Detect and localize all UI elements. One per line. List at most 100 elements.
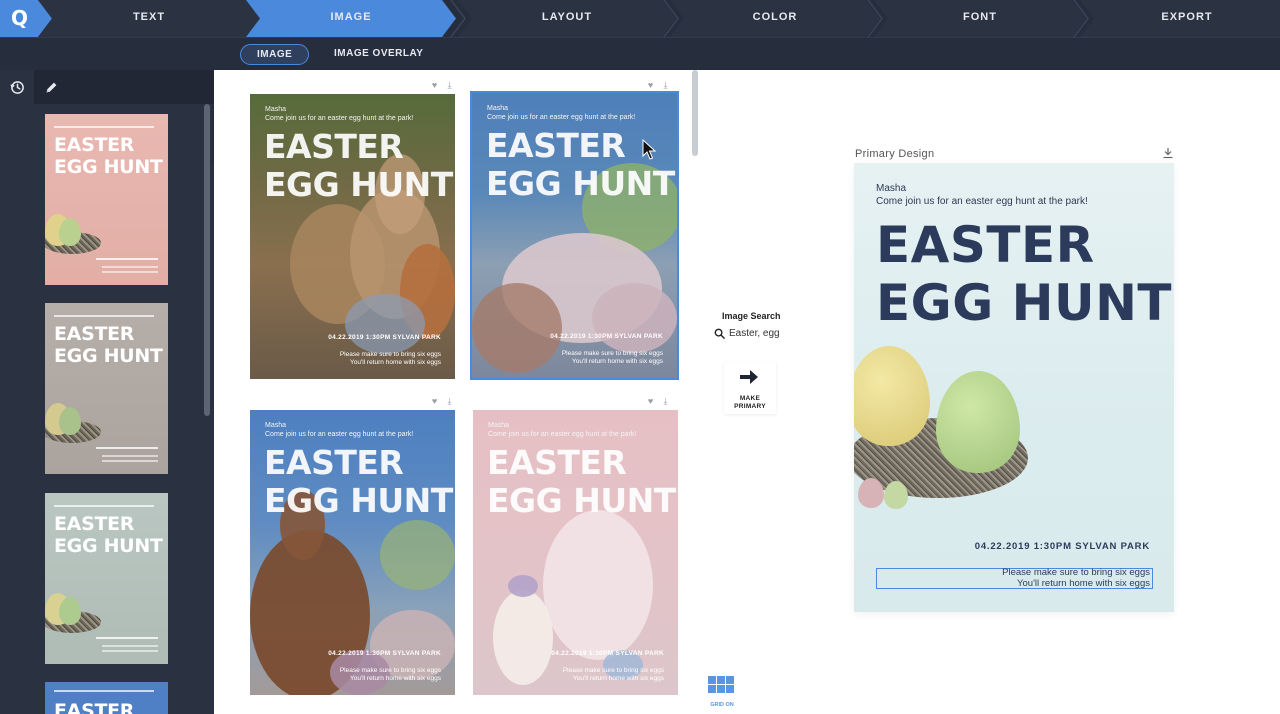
step-layout[interactable]: LAYOUT (458, 0, 676, 37)
thumb-subtitle-line (54, 690, 154, 692)
thumb-note-line (102, 650, 158, 652)
design-card[interactable]: Masha Come join us for an easter egg hun… (250, 410, 455, 695)
grid-toggle-button[interactable]: GRID ON (706, 674, 738, 710)
heart-icon[interactable]: ♥ (430, 81, 439, 90)
nest-image (45, 593, 101, 633)
history-thumbnail[interactable]: EASTER EGG HUNT (45, 493, 168, 664)
card-title-line: EGG HUNT (486, 164, 675, 203)
primary-notes-textbox[interactable]: Please make sure to bring six eggs You'l… (876, 567, 1153, 589)
card-title-line: EASTER (264, 127, 404, 166)
arrow-right-icon (740, 370, 758, 384)
card-note: You'll return home with six eggs (572, 358, 663, 365)
card-name: Masha (265, 422, 287, 429)
history-thumbnail[interactable]: EASTER EGG HUNT (45, 303, 168, 474)
thumb-title-line: EGG HUNT (54, 156, 163, 178)
heart-icon[interactable]: ♥ (430, 397, 439, 406)
history-thumbnail[interactable]: EASTER EGG HUNT (45, 114, 168, 285)
image-search-input[interactable] (729, 328, 789, 339)
primary-subtitle: Come join us for an easter egg hunt at t… (876, 196, 1088, 207)
card-date: 04.22.2019 1:30PM SYLVAN PARK (328, 650, 441, 657)
heart-icon[interactable]: ♥ (646, 397, 655, 406)
primary-title-line: EASTER (876, 216, 1095, 274)
card-title: EASTER EGG HUNT (264, 444, 453, 520)
nest-with-eggs-image (854, 343, 1038, 523)
tab-image-overlay[interactable]: IMAGE OVERLAY (318, 44, 439, 65)
edit-button[interactable] (34, 70, 68, 104)
card-note: Please make sure to bring six eggs (562, 667, 664, 674)
thumb-note-line (102, 460, 158, 462)
grid-scrollbar[interactable] (692, 70, 698, 156)
history-thumbnail[interactable]: EASTER (45, 682, 168, 714)
thumb-subtitle-line (54, 505, 154, 507)
step-color[interactable]: COLOR (670, 0, 880, 37)
design-card[interactable]: Masha Come join us for an easter egg hun… (250, 94, 455, 379)
primary-name: Masha (876, 183, 907, 194)
thumb-date-line (96, 258, 158, 260)
primary-design-canvas[interactable]: Masha Come join us for an easter egg hun… (854, 163, 1174, 612)
card-subtitle: Come join us for an easter egg hunt at t… (488, 431, 637, 438)
thumb-note-line (102, 645, 158, 647)
step-image[interactable]: IMAGE (246, 0, 456, 37)
history-panel: EASTER EGG HUNT EASTER EGG HUNT EASTER EGG … (0, 70, 214, 714)
step-export[interactable]: EXPORT (1080, 0, 1280, 37)
card-subtitle: Come join us for an easter egg hunt at t… (487, 114, 636, 121)
card-note: You'll return home with six eggs (350, 675, 441, 682)
download-icon[interactable]: ⤓ (445, 81, 454, 90)
logo-letter: Q (11, 6, 29, 30)
pencil-icon (46, 82, 56, 92)
thumb-title: EASTER EGG HUNT (54, 513, 163, 557)
card-note: Please make sure to bring six eggs (339, 351, 441, 358)
make-primary-button[interactable]: MAKE PRIMARY (724, 362, 776, 414)
make-primary-label: MAKE (739, 395, 761, 402)
history-scrollbar[interactable] (204, 104, 210, 416)
step-navigation: Q TEXT IMAGE LAYOUT COLOR FONT EXPORT (0, 0, 1280, 37)
primary-title-line: EGG HUNT (876, 274, 1173, 332)
history-icon (9, 80, 24, 94)
card-title-line: EASTER (487, 443, 627, 482)
design-card[interactable]: Masha Come join us for an easter egg hun… (473, 410, 678, 695)
thumb-note-line (102, 271, 158, 273)
step-font[interactable]: FONT (874, 0, 1086, 37)
thumb-note-line (102, 455, 158, 457)
thumb-note-line (102, 266, 158, 268)
primary-title: EASTER EGG HUNT (876, 216, 1172, 332)
design-card[interactable]: Masha Come join us for an easter egg hun… (470, 91, 679, 380)
thumb-date-line (96, 637, 158, 639)
thumb-title: EASTER EGG HUNT (54, 134, 163, 178)
make-primary-label: PRIMARY (734, 403, 766, 410)
card-title-line: EASTER (486, 126, 626, 165)
cursor-icon (642, 139, 656, 160)
card-subtitle: Come join us for an easter egg hunt at t… (265, 115, 414, 122)
download-icon[interactable]: ⤓ (661, 81, 670, 90)
card-actions: ♥ ⤓ (430, 81, 454, 90)
step-text[interactable]: TEXT (38, 0, 260, 37)
nest-image (45, 403, 101, 443)
thumb-title: EASTER (54, 700, 135, 714)
image-search-field[interactable] (714, 326, 794, 342)
card-title-line: EGG HUNT (264, 165, 453, 204)
thumb-title-line: EASTER (54, 323, 135, 345)
download-icon[interactable]: ⤓ (445, 397, 454, 406)
thumb-title-line: EASTER (54, 513, 135, 535)
toolbar-filler (68, 70, 214, 104)
card-title-line: EGG HUNT (264, 481, 453, 520)
card-name: Masha (265, 106, 287, 113)
thumb-subtitle-line (54, 126, 154, 128)
card-title-line: EGG HUNT (487, 481, 676, 520)
download-icon[interactable] (1162, 147, 1174, 159)
card-subtitle: Come join us for an easter egg hunt at t… (265, 431, 414, 438)
thumb-title-line: EGG HUNT (54, 345, 163, 367)
step-label: EXPORT (1161, 11, 1213, 23)
step-label: TEXT (132, 11, 166, 23)
card-actions: ♥ ⤓ (646, 397, 670, 406)
card-actions: ♥ ⤓ (430, 397, 454, 406)
grid-toggle-label: GRID ON (710, 702, 734, 708)
heart-icon[interactable]: ♥ (646, 81, 655, 90)
card-title: EASTER EGG HUNT (264, 128, 453, 204)
primary-design-label: Primary Design (855, 148, 935, 160)
tab-image[interactable]: IMAGE (240, 44, 310, 65)
card-note: Please make sure to bring six eggs (339, 667, 441, 674)
download-icon[interactable]: ⤓ (661, 397, 670, 406)
history-button[interactable] (0, 70, 34, 104)
image-search-label: Image Search (722, 311, 781, 321)
